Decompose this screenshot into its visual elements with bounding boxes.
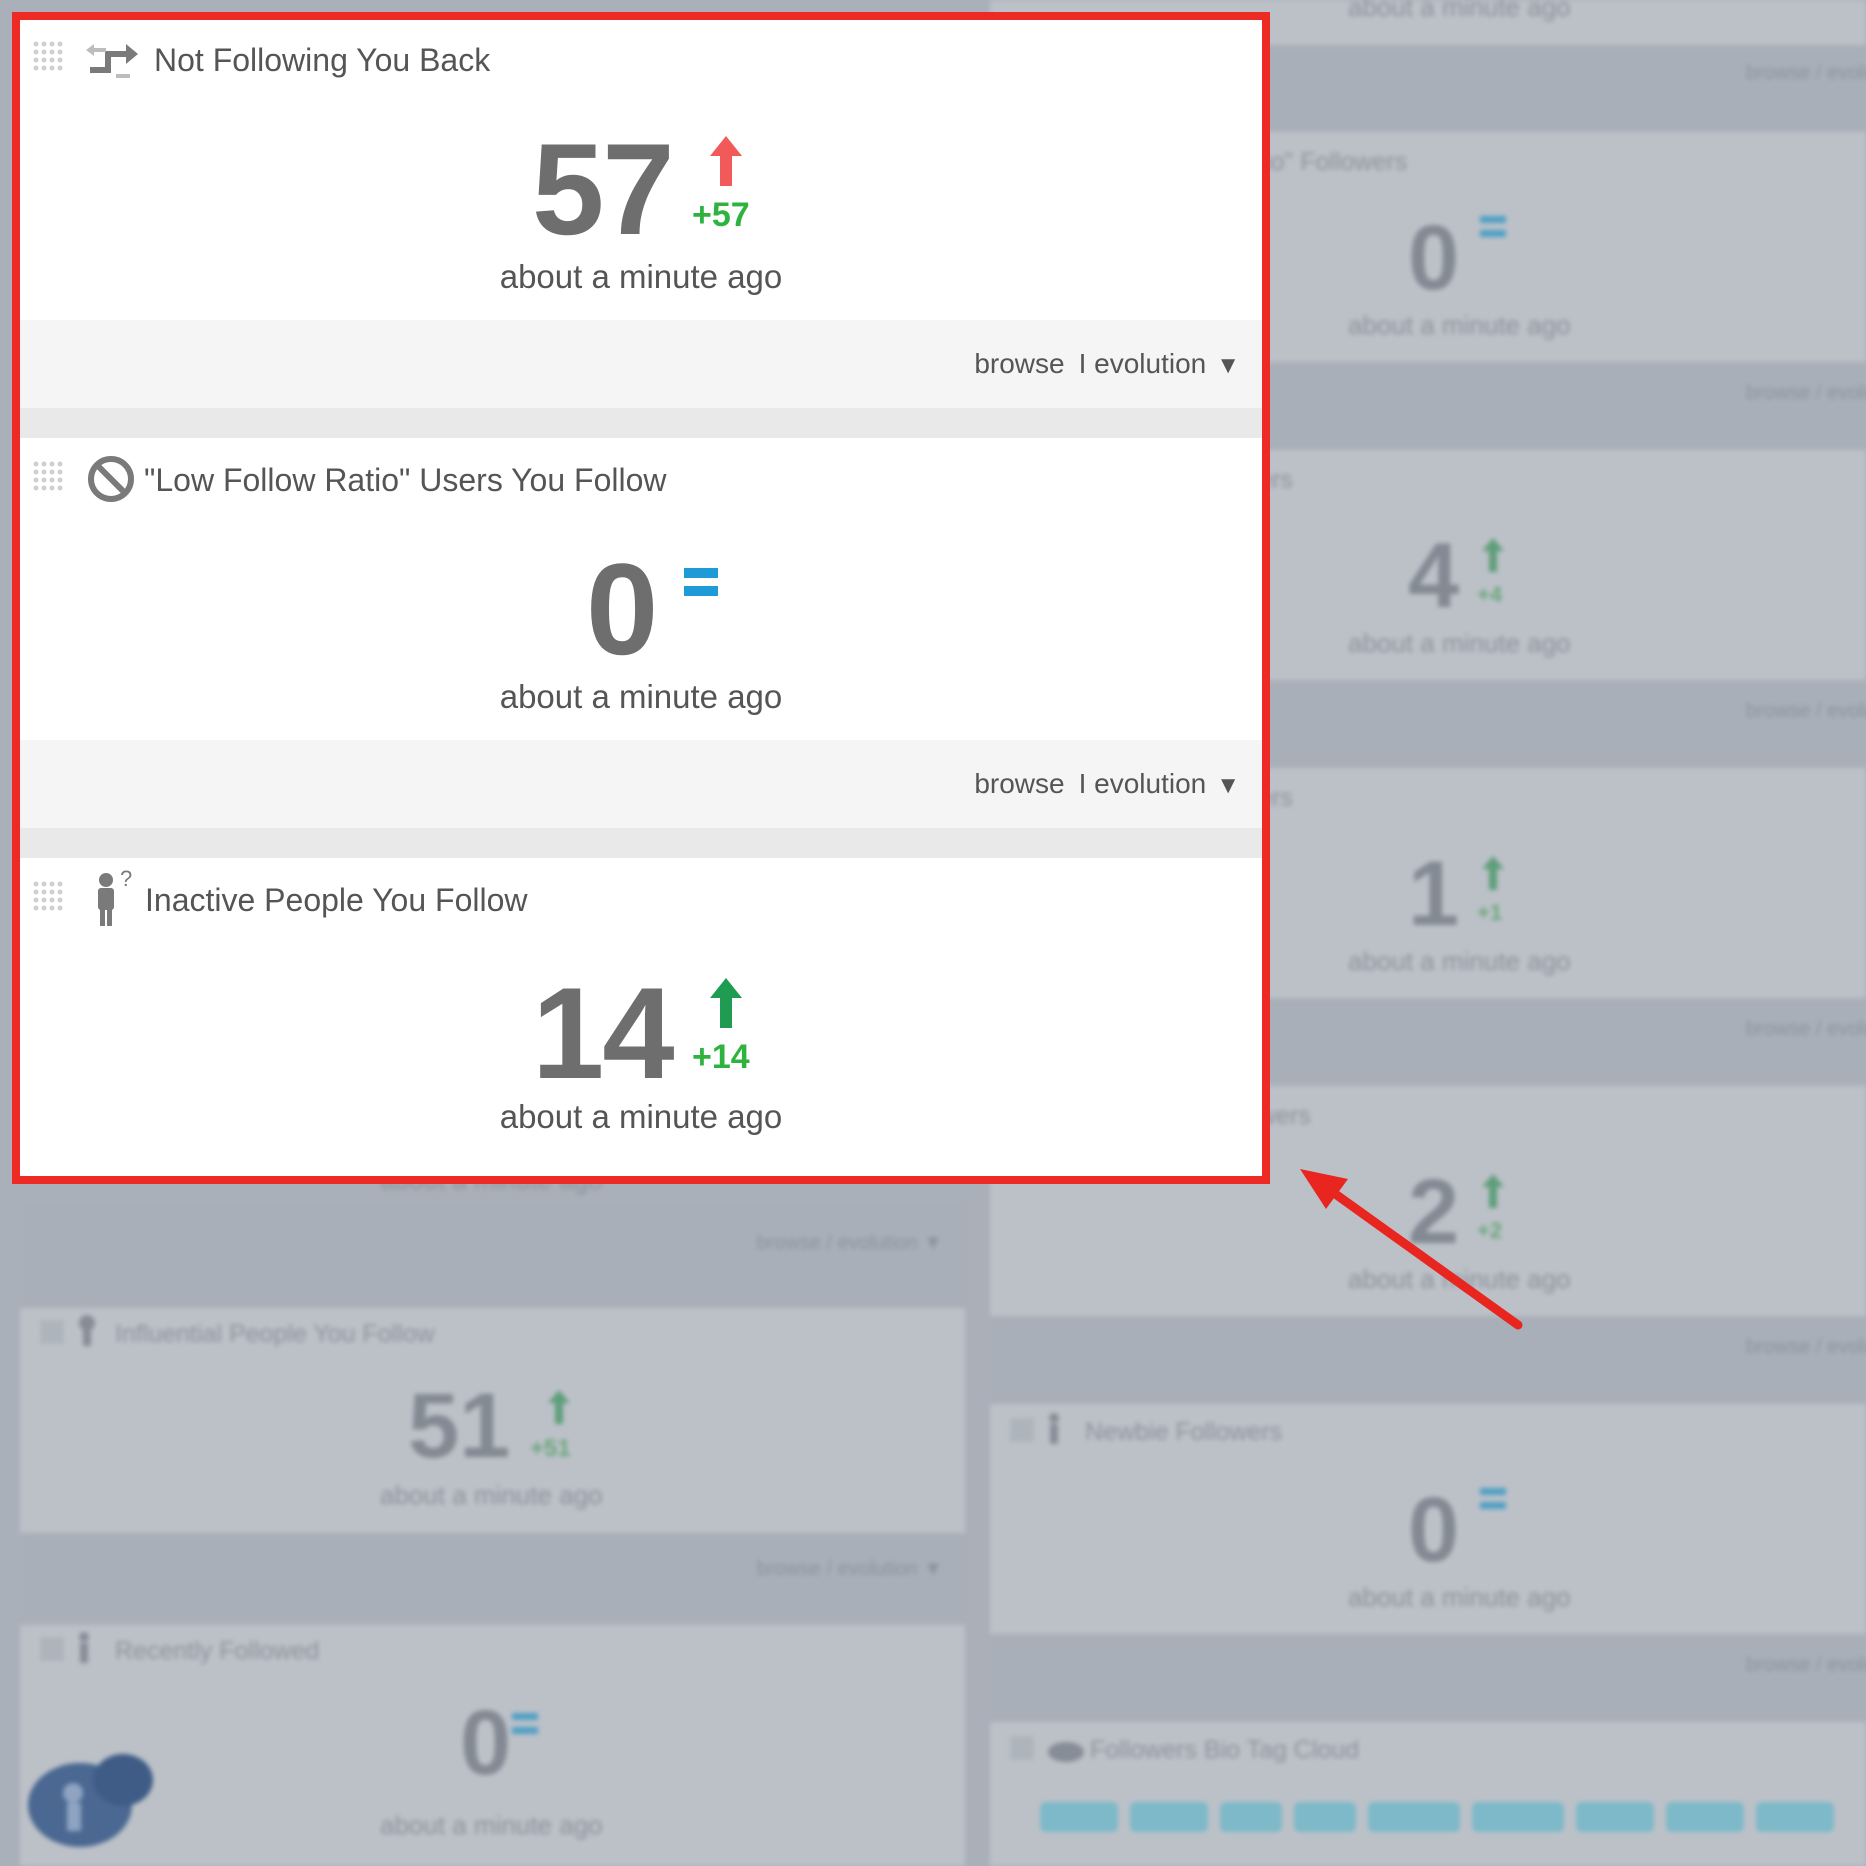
equal-icon xyxy=(512,1713,538,1734)
widget-title: Inactive People You Follow xyxy=(145,882,528,918)
background-widget-title: Influential People You Follow xyxy=(115,1320,435,1348)
background-widget-tag-cloud: Followers Bio Tag Cloud xyxy=(990,1722,1866,1866)
background-widget-value: 0 xyxy=(1408,207,1460,309)
background-updated-text: about a minute ago xyxy=(380,1810,603,1840)
background-widget-influential: Influential People You Follow 51 +51 abo… xyxy=(20,1308,965,1618)
highlighted-widgets-panel: Not Following You Back 57 +57 about a mi… xyxy=(12,12,1270,1184)
background-widget-title: tio" Followers xyxy=(1258,148,1408,176)
dropdown-caret-icon[interactable]: ▼ xyxy=(1216,772,1240,799)
up-arrow-icon xyxy=(1482,856,1504,890)
background-links: browse / evolutio xyxy=(1745,700,1866,722)
widget-separator xyxy=(20,828,1262,858)
background-widget-delta: +51 xyxy=(530,1435,571,1462)
tag-cloud xyxy=(1040,1802,1834,1832)
widget-separator xyxy=(20,408,1262,438)
chat-bubble-icon xyxy=(28,1754,153,1847)
evolution-link[interactable]: I evolution xyxy=(1079,348,1207,379)
newbie-person-icon xyxy=(1049,1413,1059,1444)
trend-up-arrow-icon xyxy=(710,978,742,1028)
background-links: browse / evolutio xyxy=(1745,62,1866,84)
up-arrow-icon xyxy=(548,1390,570,1424)
widget-low-follow-ratio: "Low Follow Ratio" Users You Follow 0 ab… xyxy=(20,438,1262,740)
browse-link[interactable]: browse xyxy=(974,768,1064,799)
equal-icon xyxy=(1480,1488,1506,1509)
widget-not-following-back: Not Following You Back 57 +57 about a mi… xyxy=(20,20,1262,320)
widget-updated-text: about a minute ago xyxy=(499,258,783,295)
svg-text:?: ? xyxy=(120,866,132,891)
background-links: browse / evolutio xyxy=(1745,1654,1866,1676)
background-widget-value: 4 xyxy=(1408,525,1460,627)
equal-icon xyxy=(684,568,718,596)
widget-delta: +57 xyxy=(692,196,750,234)
red-pointer-arrow-icon xyxy=(1300,1169,1523,1330)
background-widget-recently-followed: Recently Followed 0 about a minute ago xyxy=(20,1625,965,1866)
background-updated-text: about a minute ago xyxy=(1348,0,1571,22)
widget-delta: +14 xyxy=(692,1038,750,1076)
background-links: browse / evolutio xyxy=(1745,382,1866,404)
widget-value: 14 xyxy=(532,960,675,1106)
background-widget-value: 0 xyxy=(1408,1479,1460,1581)
background-widget-title: Recently Followed xyxy=(115,1637,320,1665)
drag-handle-icon[interactable] xyxy=(32,880,66,914)
widget-inactive-people: ? Inactive People You Follow 14 +14 abou… xyxy=(20,858,1262,1176)
cloud-icon xyxy=(1048,1742,1084,1762)
background-links: browse / evolution ▼ xyxy=(756,1558,943,1580)
background-widget-value: 51 xyxy=(408,1375,511,1477)
drag-handle-icon[interactable] xyxy=(32,40,66,74)
background-updated-text: about a minute ago xyxy=(1348,1582,1571,1612)
background-widget-delta: +1 xyxy=(1477,900,1503,925)
trend-up-arrow-icon xyxy=(710,136,742,186)
equal-icon xyxy=(1480,216,1506,237)
inactive-person-icon: ? xyxy=(98,866,132,926)
widget-updated-text: about a minute ago xyxy=(499,1098,783,1135)
drag-handle-icon[interactable] xyxy=(32,460,66,494)
background-widget-newbie-followers: Newbie Followers 0 about a minute ago br… xyxy=(990,1404,1866,1719)
background-widget-title: Newbie Followers xyxy=(1085,1418,1283,1446)
background-widget-title: Followers Bio Tag Cloud xyxy=(1090,1736,1360,1764)
background-updated-text: about a minute ago xyxy=(1348,628,1571,658)
widget-updated-text: about a minute ago xyxy=(499,678,783,715)
background-widget-value: 0 xyxy=(460,1692,512,1794)
background-links: browse / evolution ▼ xyxy=(756,1232,943,1254)
browse-link[interactable]: browse xyxy=(974,348,1064,379)
no-entry-icon xyxy=(88,456,134,502)
background-widget-value: 1 xyxy=(1408,843,1460,945)
up-arrow-icon xyxy=(1482,538,1504,572)
unfollow-arrows-icon xyxy=(86,44,138,78)
widget-title: Not Following You Back xyxy=(154,42,491,78)
background-updated-text: about a minute ago xyxy=(1348,946,1571,976)
widget-title: "Low Follow Ratio" Users You Follow xyxy=(144,462,667,498)
widget-value: 57 xyxy=(532,116,675,262)
widget-footer: browse I evolution ▼ xyxy=(20,740,1262,828)
background-links: browse / evolutio xyxy=(1745,1336,1866,1358)
background-links: browse / evolutio xyxy=(1745,1018,1866,1040)
dropdown-caret-icon[interactable]: ▼ xyxy=(1216,352,1240,379)
widget-footer: browse I evolution ▼ xyxy=(20,320,1262,408)
background-updated-text: about a minute ago xyxy=(1348,310,1571,340)
person-icon xyxy=(79,1632,89,1663)
background-widget-delta: +4 xyxy=(1477,582,1503,607)
background-updated-text: about a minute ago xyxy=(380,1480,603,1510)
widget-value: 0 xyxy=(586,536,658,682)
influential-person-icon xyxy=(79,1315,95,1346)
evolution-link[interactable]: I evolution xyxy=(1079,768,1207,799)
